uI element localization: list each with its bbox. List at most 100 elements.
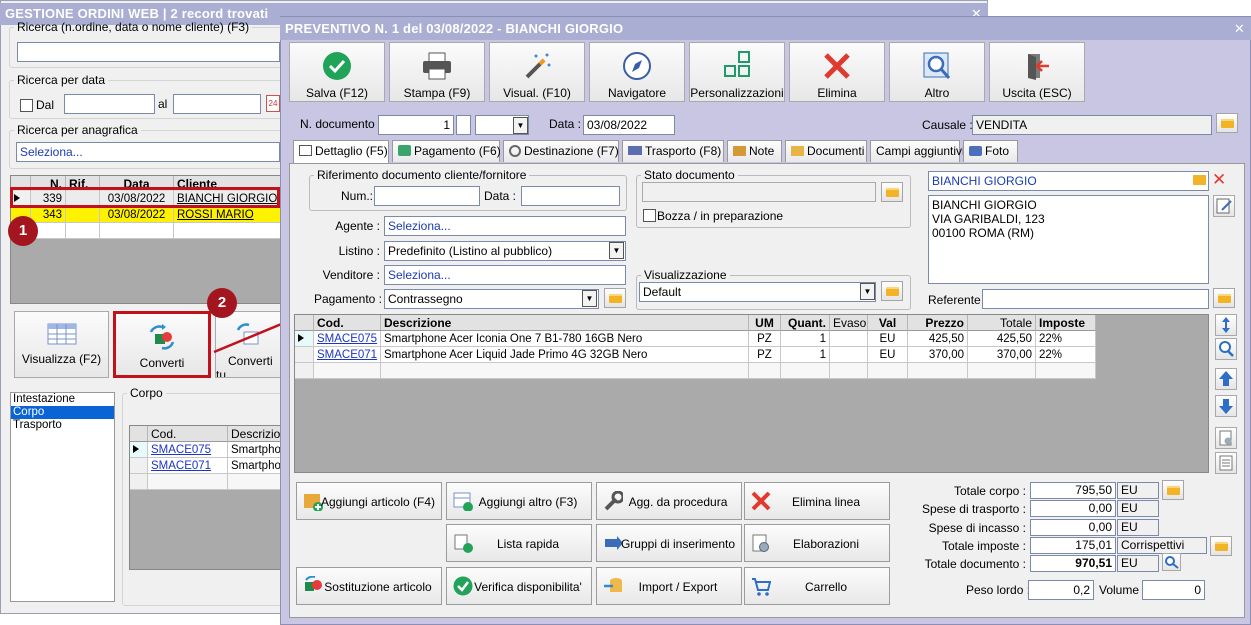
totale-documento-value[interactable]: 970,51 — [1030, 555, 1116, 572]
righe-header-imposte[interactable]: Imposte — [1036, 315, 1096, 331]
pagamento-select[interactable]: Contrassegno — [384, 289, 599, 309]
listino-select[interactable]: Predefinito (Listino al pubblico) — [384, 241, 626, 261]
righe-header-val[interactable]: Val — [868, 315, 908, 331]
tab-trasporto[interactable]: Trasporto (F8) — [622, 140, 724, 162]
folder-icon[interactable] — [604, 288, 626, 308]
elimina-linea-button[interactable]: Elimina linea — [744, 482, 890, 520]
gruppi-inserimento-button[interactable]: Gruppi di inserimento — [596, 524, 742, 562]
folder-icon[interactable] — [1193, 175, 1206, 185]
righe-header-quant[interactable]: Quant. — [781, 315, 830, 331]
elimina-button[interactable]: Elimina — [789, 42, 885, 102]
date-from-input[interactable] — [64, 94, 155, 114]
visualizza-button[interactable]: Visualizza (F2) — [14, 311, 109, 378]
import-export-button[interactable]: Import / Export — [596, 567, 742, 605]
folder-icon[interactable] — [1213, 288, 1235, 308]
righe-header-cod[interactable]: Cod. — [314, 315, 381, 331]
chevron-down-icon[interactable]: ▼ — [609, 242, 624, 259]
move-up-icon[interactable] — [1215, 368, 1237, 390]
converti-button[interactable]: Converti — [113, 311, 211, 378]
tab-foto[interactable]: Foto — [963, 140, 1018, 162]
edit-icon[interactable] — [1213, 195, 1235, 217]
order-row-2-n[interactable]: 343 — [31, 207, 66, 223]
riga-1-um[interactable]: PZ — [749, 331, 781, 347]
riga-1-cod[interactable]: SMACE075 — [314, 331, 381, 347]
aggiungi-altro-button[interactable]: Aggiungi altro (F3) — [446, 482, 592, 520]
visual-select[interactable]: Default — [639, 282, 876, 302]
tab-campi-aggiuntivi[interactable]: Campi aggiuntivi — [870, 140, 965, 162]
corpo-header-cod[interactable]: Cod. — [148, 426, 228, 442]
spese-incasso-value[interactable]: 0,00 — [1030, 519, 1116, 536]
close-icon[interactable]: ✕ — [1234, 17, 1245, 40]
corpo-row-1-desc[interactable]: Smartphon — [228, 442, 281, 458]
riga-2-descrizione[interactable]: Smartphone Acer Liquid Jade Primo 4G 32G… — [381, 347, 749, 363]
riga-2-cod[interactable]: SMACE071 — [314, 347, 381, 363]
anag-select[interactable]: Seleziona... — [16, 142, 280, 162]
righe-header-um[interactable]: UM — [749, 315, 781, 331]
riga-1-val[interactable]: EU — [868, 331, 908, 347]
search-input[interactable] — [17, 42, 280, 62]
corpo-header-desc[interactable]: Descrizion — [228, 426, 287, 442]
peso-input[interactable]: 0,2 — [1028, 580, 1094, 600]
list-doc-icon[interactable] — [1215, 452, 1237, 474]
lista-rapida-button[interactable]: Lista rapida — [446, 524, 592, 562]
riga-1-descrizione[interactable]: Smartphone Acer Iconia One 7 B1-780 16GB… — [381, 331, 749, 347]
section-item-corpo[interactable]: Corpo — [11, 406, 114, 419]
order-row-2-rif[interactable] — [66, 207, 100, 223]
elaborazioni-button[interactable]: Elaborazioni — [744, 524, 890, 562]
uscita-button[interactable]: Uscita (ESC) — [989, 42, 1085, 102]
chevron-down-icon[interactable]: ▼ — [860, 283, 875, 300]
chevron-down-icon[interactable]: ▼ — [513, 117, 528, 134]
visual-button[interactable]: Visual. (F10) — [489, 42, 585, 102]
totale-imposte-value[interactable]: 175,01 — [1030, 537, 1116, 554]
agg-procedura-button[interactable]: Agg. da procedura — [596, 482, 742, 520]
stato-input[interactable] — [642, 182, 876, 202]
order-row-2-data[interactable]: 03/08/2022 — [100, 207, 174, 223]
data-input[interactable]: 03/08/2022 — [583, 115, 675, 135]
riga-2-quant[interactable]: 1 — [781, 347, 830, 363]
folder-icon[interactable] — [1162, 480, 1184, 500]
causale-input[interactable]: VENDITA — [972, 115, 1212, 135]
verifica-disponibilita-button[interactable]: Verifica disponibilita' — [446, 567, 592, 605]
aggiungi-articolo-button[interactable]: Aggiungi articolo (F4) — [296, 482, 442, 520]
salva-button[interactable]: Salva (F12) — [289, 42, 385, 102]
ndoc-input[interactable]: 1 — [378, 115, 454, 135]
spese-trasporto-value[interactable]: 0,00 — [1030, 500, 1116, 517]
bozza-checkbox[interactable] — [643, 209, 656, 222]
folder-icon[interactable] — [1210, 536, 1232, 556]
section-item-trasporto[interactable]: Trasporto — [11, 419, 114, 432]
riga-2-evaso[interactable] — [830, 347, 868, 363]
tab-dettaglio[interactable]: Dettaglio (F5) — [293, 140, 389, 164]
search-icon[interactable] — [1215, 338, 1237, 360]
riga-1-prezzo[interactable]: 425,50 — [908, 331, 968, 347]
corpo-row-1-cod[interactable]: SMACE075 — [148, 442, 228, 458]
riga-2-imposte[interactable]: 22% — [1036, 347, 1096, 363]
venditore-select[interactable]: Seleziona... — [384, 265, 626, 285]
folder-icon[interactable] — [881, 281, 903, 301]
date-from-checkbox[interactable] — [20, 99, 33, 112]
section-item-intestazione[interactable]: Intestazione — [11, 393, 114, 406]
riga-2-totale[interactable]: 370,00 — [968, 347, 1036, 363]
sostituzione-articolo-button[interactable]: Sostituzione articolo — [296, 567, 442, 605]
search-icon[interactable] — [1162, 553, 1181, 571]
riga-1-imposte[interactable]: 22% — [1036, 331, 1096, 347]
agente-select[interactable]: Seleziona... — [384, 216, 626, 236]
riga-2-um[interactable]: PZ — [749, 347, 781, 363]
folder-icon[interactable] — [1216, 113, 1238, 133]
riga-1-evaso[interactable] — [830, 331, 868, 347]
righe-header-prezzo[interactable]: Prezzo — [908, 315, 968, 331]
folder-icon[interactable] — [881, 182, 903, 202]
riga-2-val[interactable]: EU — [868, 347, 908, 363]
corpo-row-2-desc[interactable]: Smartphon — [228, 458, 281, 474]
stampa-button[interactable]: Stampa (F9) — [389, 42, 485, 102]
altro-button[interactable]: Altro — [889, 42, 985, 102]
righe-header-totale[interactable]: Totale — [968, 315, 1036, 331]
tab-note[interactable]: Note — [727, 140, 782, 162]
date-to-input[interactable] — [173, 94, 261, 114]
ndoc-suffix-input[interactable] — [456, 115, 471, 135]
chevron-down-icon[interactable]: ▼ — [582, 290, 597, 307]
riga-1-quant[interactable]: 1 — [781, 331, 830, 347]
referente-input[interactable] — [982, 289, 1209, 309]
remove-client-icon[interactable]: ✕ — [1212, 170, 1226, 190]
righe-header-descrizione[interactable]: Descrizione — [381, 315, 749, 331]
carrello-button[interactable]: Carrello — [744, 567, 890, 605]
